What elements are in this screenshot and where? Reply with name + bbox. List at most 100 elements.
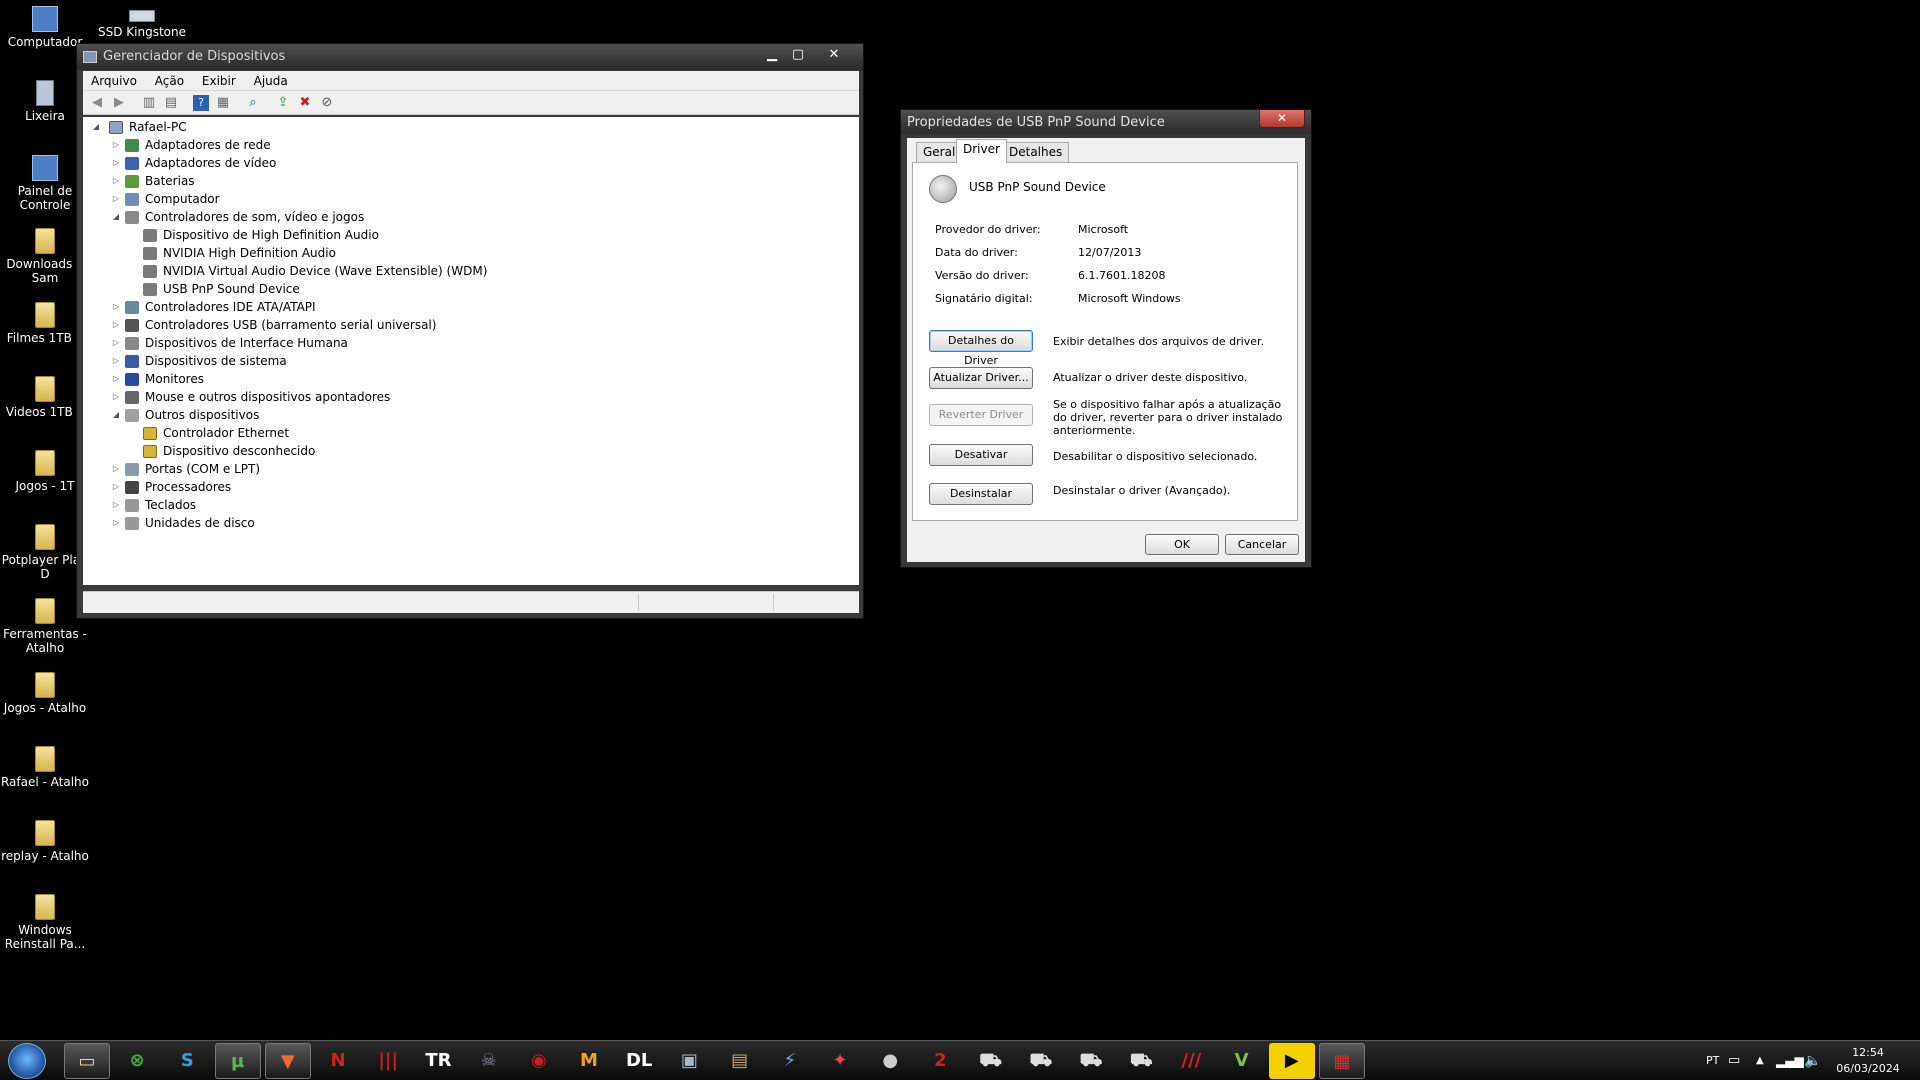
device-manager-app-icon[interactable]: ▦ xyxy=(1319,1043,1365,1079)
uninstall-button[interactable]: Desinstalar xyxy=(929,483,1033,505)
device-icon xyxy=(143,229,157,242)
dialog-close-button[interactable]: ✕ xyxy=(1259,110,1305,128)
desktop-icon-label: Windows Reinstall Pa... xyxy=(4,923,86,951)
properties-sheet-icon[interactable]: ▤ xyxy=(163,95,179,111)
menu-exibir[interactable]: Exibir xyxy=(194,71,242,88)
uninstall-icon[interactable]: ✖ xyxy=(297,95,313,111)
truck-d-app-icon[interactable]: ⛟ xyxy=(1118,1043,1164,1079)
tr-app-icon[interactable]: TR xyxy=(415,1043,461,1079)
expand-toggle-icon[interactable]: ▷ xyxy=(111,154,121,172)
collapse-toggle-icon[interactable]: ◢ xyxy=(91,118,101,136)
brave-app-icon[interactable]: ▼ xyxy=(264,1043,311,1079)
folder-shortcut-icon xyxy=(35,598,55,624)
show-hide-tree-icon[interactable]: ▥ xyxy=(141,95,157,111)
desktop-icon[interactable]: Jogos - Atalho xyxy=(0,672,90,715)
skype-app-icon[interactable]: S xyxy=(164,1043,210,1079)
device-icon xyxy=(125,139,139,152)
stripes-app-icon[interactable]: /// xyxy=(1168,1043,1214,1079)
language-indicator[interactable]: PT xyxy=(1706,1041,1719,1080)
helmet-app-icon[interactable]: ● xyxy=(867,1043,913,1079)
explorer-app-icon[interactable]: ▭ xyxy=(64,1043,110,1079)
tree-label: Controlador Ethernet xyxy=(163,426,290,440)
desktop-icon[interactable]: Rafael - Atalho xyxy=(0,746,90,789)
expand-toggle-icon[interactable]: ▷ xyxy=(111,514,121,532)
network-tray-icon[interactable]: ▭ xyxy=(1728,1041,1740,1080)
help-icon[interactable]: ? xyxy=(193,95,209,111)
game-a-app-icon[interactable]: ▣ xyxy=(666,1043,712,1079)
device-icon xyxy=(125,409,139,422)
expand-toggle-icon[interactable]: ▷ xyxy=(111,496,121,514)
device-manager-title-bar[interactable]: Gerenciador de Dispositivos ▁ ▢ ✕ xyxy=(77,44,863,70)
volume-tray-icon[interactable]: 🔈 xyxy=(1804,1041,1821,1080)
status-bar xyxy=(83,591,859,613)
two-app-icon[interactable]: 2 xyxy=(917,1043,963,1079)
menu-arquivo[interactable]: Arquivo xyxy=(83,71,143,88)
recycle-bin-icon xyxy=(36,80,54,106)
tree-label: Dispositivos de sistema xyxy=(145,354,287,368)
game-c-app-icon[interactable]: ⚡ xyxy=(767,1043,813,1079)
cancel-button[interactable]: Cancelar xyxy=(1225,534,1299,555)
expand-toggle-icon[interactable]: ▷ xyxy=(111,136,121,154)
tab-driver[interactable]: Driver xyxy=(956,139,1007,163)
potplayer-app-icon[interactable]: ▶ xyxy=(1268,1043,1315,1079)
device-icon xyxy=(125,301,139,314)
toolbar: ◀ ▶ ▥ ▤ ? ▦ ⌕ ⇪ ✖ ⊘ xyxy=(83,91,859,115)
expand-toggle-icon[interactable]: ▷ xyxy=(111,388,121,406)
clock[interactable]: 12:54 06/03/2024 xyxy=(1828,1045,1908,1077)
forward-arrow-icon[interactable]: ▶ xyxy=(111,95,127,111)
m-app-icon[interactable]: M xyxy=(566,1043,612,1079)
truck-a-app-icon[interactable]: ⛟ xyxy=(968,1043,1014,1079)
tree-label: Processadores xyxy=(145,480,232,494)
dl-app-icon[interactable]: DL xyxy=(616,1043,662,1079)
start-button[interactable] xyxy=(8,1043,46,1079)
truck-b-app-icon[interactable]: ⛟ xyxy=(1018,1043,1064,1079)
menu-acao[interactable]: Ação xyxy=(147,71,190,88)
expand-toggle-icon[interactable]: ▷ xyxy=(111,352,121,370)
folder-shortcut-icon xyxy=(35,228,55,254)
skull-app-icon[interactable]: ☠ xyxy=(466,1043,512,1079)
expand-toggle-icon[interactable]: ▷ xyxy=(111,334,121,352)
computer-icon xyxy=(109,121,123,134)
desktop-icon[interactable]: SSD Kingstone xyxy=(97,10,187,39)
close-button[interactable]: ✕ xyxy=(819,46,849,64)
collapse-toggle-icon[interactable]: ◢ xyxy=(111,208,121,226)
expand-toggle-icon[interactable]: ▷ xyxy=(111,316,121,334)
bars-app-icon[interactable]: ||| xyxy=(365,1043,411,1079)
taskbar: PT ▭ ▲ ▂▄▆ 🔈 12:54 06/03/2024 ▭ ⊗ Sµ ▼ N ||| T… xyxy=(0,1040,1920,1080)
eye-app-icon[interactable]: ◉ xyxy=(516,1043,562,1079)
clock-time: 12:54 xyxy=(1852,1046,1884,1059)
dialog-title-bar[interactable]: Propriedades de USB PnP Sound Device ✕ xyxy=(901,110,1311,134)
desktop-icon[interactable]: Windows Reinstall Pa... xyxy=(0,894,90,951)
expand-toggle-icon[interactable]: ▷ xyxy=(111,460,121,478)
desktop-icon-label: replay - Atalho xyxy=(1,849,89,863)
expand-toggle-icon[interactable]: ▷ xyxy=(111,190,121,208)
truck-c-app-icon[interactable]: ⛟ xyxy=(1068,1043,1114,1079)
show-hidden-icons-icon[interactable]: ▲ xyxy=(1756,1041,1764,1080)
view-icon[interactable]: ▦ xyxy=(215,95,231,111)
driver-details-button[interactable]: Detalhes do Driver xyxy=(929,330,1033,367)
netflix-app-icon[interactable]: N xyxy=(315,1043,361,1079)
desktop-icon[interactable]: replay - Atalho xyxy=(0,820,90,863)
expand-toggle-icon[interactable]: ▷ xyxy=(111,298,121,316)
update-driver-button[interactable]: Atualizar Driver... xyxy=(929,367,1033,389)
signal-tray-icon[interactable]: ▂▄▆ xyxy=(1776,1041,1804,1080)
disable-button[interactable]: Desativar xyxy=(929,444,1033,466)
back-arrow-icon[interactable]: ◀ xyxy=(89,95,105,111)
expand-toggle-icon[interactable]: ▷ xyxy=(111,478,121,496)
maximize-button[interactable]: ▢ xyxy=(783,46,813,64)
xbox-app-icon[interactable]: ⊗ xyxy=(114,1043,160,1079)
game-b-app-icon[interactable]: ▤ xyxy=(717,1043,763,1079)
menu-ajuda[interactable]: Ajuda xyxy=(246,71,294,88)
ok-button[interactable]: OK xyxy=(1145,534,1219,555)
expand-toggle-icon[interactable]: ▷ xyxy=(111,370,121,388)
tab-detalhes[interactable]: Detalhes xyxy=(1002,142,1070,162)
tree-label: Controladores de som, vídeo e jogos xyxy=(145,210,365,224)
scan-hardware-icon[interactable]: ⌕ xyxy=(245,95,261,111)
game-d-app-icon[interactable]: ✦ xyxy=(817,1043,863,1079)
utorrent-app-icon[interactable]: µ xyxy=(214,1043,261,1079)
collapse-toggle-icon[interactable]: ◢ xyxy=(111,406,121,424)
disable-icon[interactable]: ⊘ xyxy=(319,95,335,111)
v-app-icon[interactable]: V xyxy=(1219,1043,1265,1079)
update-driver-icon[interactable]: ⇪ xyxy=(275,95,291,111)
expand-toggle-icon[interactable]: ▷ xyxy=(111,172,121,190)
